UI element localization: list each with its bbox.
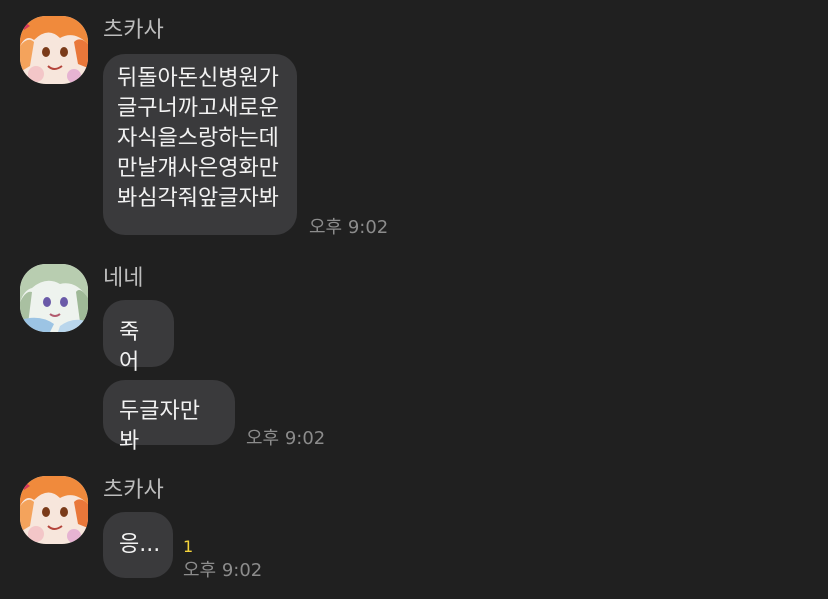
message-time: 오후 9:02 (183, 560, 263, 581)
message-bubble[interactable]: 뒤돌아돈신병원가 글구너까고새로운 자식을스랑하는데 만날걔사은영화만 봐심각줘… (103, 54, 297, 235)
sender-name: 츠카사 (103, 478, 164, 503)
sender-name: 네네 (103, 266, 144, 291)
avatar-tsukasa[interactable] (20, 16, 88, 84)
message-bubble[interactable]: 두글자만봐 (103, 380, 235, 454)
message-time: 오후 9:02 (246, 428, 326, 449)
avatar-tsukasa[interactable] (20, 476, 88, 544)
sender-name: 츠카사 (103, 18, 164, 43)
avatar-nene[interactable] (20, 264, 88, 332)
green-haired-character-avatar-icon (20, 264, 88, 332)
message-bubble[interactable]: 죽어 (103, 300, 174, 375)
chat-room: 츠카사 뒤돌아돈신병원가 글구너까고새로운 자식을스랑하는데 만날걔사은영화만 … (0, 0, 828, 599)
message-bubble[interactable]: 응... (103, 512, 173, 578)
message-time: 오후 9:02 (309, 217, 389, 238)
orange-haired-character-avatar-icon (20, 16, 88, 84)
orange-haired-character-avatar-icon (20, 476, 88, 544)
unread-count: 1 (183, 537, 194, 556)
